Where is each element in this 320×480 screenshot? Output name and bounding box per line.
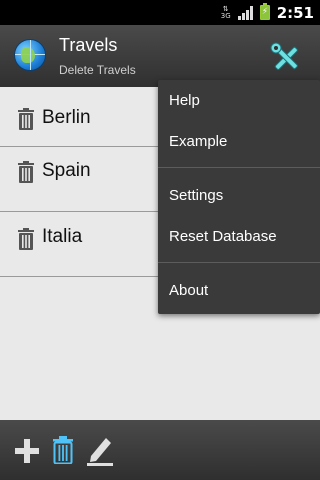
- app-title: Travels: [59, 35, 118, 55]
- list-item-label: Berlin: [42, 107, 91, 128]
- signal-icon: [237, 5, 253, 20]
- network-indicator: ⇅ 3G: [220, 4, 231, 20]
- status-icons: ⇅ 3G ⚡ 2:51: [221, 0, 314, 25]
- menu-divider: [158, 262, 320, 263]
- tools-icon[interactable]: [270, 42, 302, 74]
- menu-item-help[interactable]: Help: [169, 92, 200, 109]
- status-clock: 2:51: [276, 3, 314, 22]
- app-subtitle: Delete Travels: [59, 63, 136, 77]
- overflow-menu: Help Example Settings Reset Database Abo…: [158, 80, 320, 314]
- list-item-label: Spain: [42, 160, 91, 181]
- battery-icon: ⚡: [259, 3, 270, 20]
- action-bar: Travels Delete Travels: [0, 25, 320, 87]
- menu-item-about[interactable]: About: [169, 282, 208, 299]
- menu-item-example[interactable]: Example: [169, 133, 227, 150]
- trash-icon[interactable]: [17, 108, 35, 130]
- bottom-toolbar: [0, 420, 320, 480]
- trash-icon[interactable]: [17, 228, 35, 250]
- menu-item-reset-database[interactable]: Reset Database: [169, 228, 277, 245]
- add-icon[interactable]: [14, 438, 40, 464]
- menu-item-settings[interactable]: Settings: [169, 187, 223, 204]
- edit-icon[interactable]: [86, 434, 114, 466]
- trash-icon[interactable]: [52, 436, 74, 464]
- trash-icon[interactable]: [17, 161, 35, 183]
- status-bar: ⇅ 3G ⚡ 2:51: [0, 0, 320, 25]
- menu-divider: [158, 167, 320, 168]
- globe-icon[interactable]: [14, 39, 46, 71]
- list-item-label: Italia: [42, 226, 83, 247]
